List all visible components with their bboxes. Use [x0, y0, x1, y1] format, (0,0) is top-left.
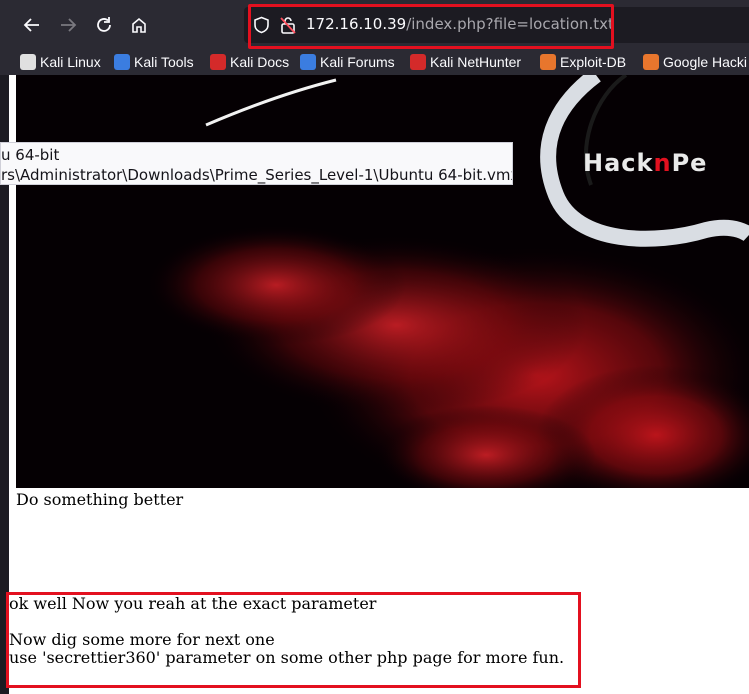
arrow-right-icon — [61, 18, 77, 32]
browser-toolbar: 172.16.10.39/index.php?file=location.txt — [0, 0, 749, 50]
bookmark-kali-nethunter[interactable]: Kali NetHunter — [410, 52, 521, 72]
kali-docs-icon — [210, 54, 226, 70]
bookmark-google-hacki[interactable]: Google Hacki — [643, 52, 747, 72]
bookmark-label: Exploit-DB — [560, 54, 627, 70]
ghdb-icon — [643, 54, 659, 70]
bookmark-label: Kali Tools — [134, 54, 194, 70]
hacknpentest-logo: HacknPe — [583, 149, 708, 177]
bookmark-kali-tools[interactable]: Kali Tools — [114, 52, 194, 72]
window-title-tooltip: u 64-bit rs\Administrator\Downloads\Prim… — [0, 142, 513, 185]
home-icon — [132, 17, 146, 33]
bookmark-label: Kali Docs — [230, 54, 290, 70]
tooltip-line-2: rs\Administrator\Downloads\Prime_Series_… — [1, 166, 512, 184]
back-button[interactable] — [19, 12, 45, 38]
hacknpentest-banner-image: HacknPe — [16, 75, 749, 488]
answer-annotation-box — [6, 592, 581, 688]
bookmarks-toolbar: Kali Linux Kali Tools Kali Docs Kali Forums… — [0, 50, 749, 75]
reload-button[interactable] — [91, 12, 117, 38]
kali-forums-icon — [300, 54, 316, 70]
reload-icon — [97, 17, 111, 32]
bookmark-label: Kali Linux — [40, 54, 101, 70]
kali-dragon-icon — [20, 54, 36, 70]
bookmark-label: Kali NetHunter — [430, 54, 522, 70]
bookmark-exploit-db[interactable]: Exploit-DB — [540, 52, 626, 72]
bookmark-label: Google Hacki — [663, 54, 748, 70]
page-caption: Do something better — [16, 490, 184, 509]
bookmark-label: Kali Forums — [320, 54, 395, 70]
arrow-left-icon — [23, 18, 39, 32]
banner-graphic — [146, 75, 749, 488]
forward-button[interactable] — [55, 12, 81, 38]
kali-tools-icon — [114, 54, 130, 70]
home-button[interactable] — [126, 12, 152, 38]
url-annotation-box — [248, 4, 614, 49]
bookmark-kali-forums[interactable]: Kali Forums — [300, 52, 395, 72]
bookmark-kali-docs[interactable]: Kali Docs — [210, 52, 289, 72]
nethunter-icon — [410, 54, 426, 70]
bookmark-kali-linux[interactable]: Kali Linux — [20, 52, 101, 72]
tooltip-line-1: u 64-bit — [1, 146, 60, 164]
exploit-db-icon — [540, 54, 556, 70]
